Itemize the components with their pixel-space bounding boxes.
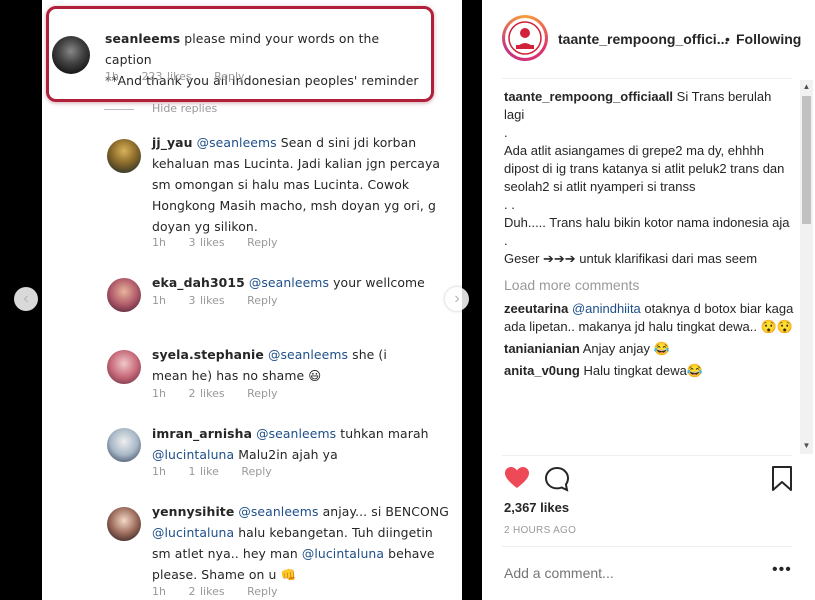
post-comment: anita_v0ung Halu tingkat dewa😂 xyxy=(504,362,794,380)
comment-likes: 3 likes xyxy=(188,294,225,307)
comment-reply: Reply xyxy=(247,294,278,307)
comment-text: tuhkan marah xyxy=(340,426,429,441)
comment-mention-2: @lucintaluna xyxy=(152,525,235,540)
comment-reply: Reply xyxy=(247,387,278,400)
comment-user: imran_arnisha xyxy=(152,426,253,441)
comment-text: anjay... si BENCONG xyxy=(322,504,449,519)
comment-time: 1h xyxy=(152,465,166,478)
caption: taante_rempoong_officiaall Si Trans beru… xyxy=(504,88,794,124)
post-username[interactable]: taante_rempoong_offici... xyxy=(558,31,728,47)
comment-text: Anjay anjay 😂 xyxy=(582,341,670,356)
likes-count[interactable]: 2,367 likes xyxy=(504,500,569,515)
comment-time: 1h xyxy=(152,585,166,598)
scroll-up-arrow-icon[interactable]: ▲ xyxy=(802,82,811,91)
comment-time: 1h xyxy=(152,294,166,307)
comment-text: Halu tingkat dewa😂 xyxy=(583,363,704,378)
separator-dot: • xyxy=(725,31,730,47)
comment-mention: @seanleems xyxy=(267,347,349,362)
avatar xyxy=(107,350,141,384)
add-comment-input[interactable] xyxy=(504,565,734,581)
post-comment: zeeutarina @anindhiita otaknya d botox b… xyxy=(504,300,794,336)
comment-reply: Reply xyxy=(247,236,278,249)
profile-avatar[interactable] xyxy=(502,15,548,61)
chevron-left-icon: ‹ xyxy=(23,290,29,307)
comment-icon[interactable] xyxy=(544,466,570,492)
more-options-icon[interactable]: ••• xyxy=(772,561,792,579)
comment-user: yennysihite xyxy=(152,504,235,519)
comment-user[interactable]: tanianianian xyxy=(504,341,580,356)
avatar xyxy=(107,278,141,312)
comment-text: Sean d sini jdi korban kehaluan mas Luci… xyxy=(152,135,441,234)
chevron-right-icon: › xyxy=(454,290,460,307)
caption-line-1: . xyxy=(504,125,508,140)
caption-line-4: Duh..... Trans halu bikin kotor nama ind… xyxy=(504,215,790,230)
avatar xyxy=(107,139,141,173)
comment-text-2: Malu2in ajah ya xyxy=(238,447,338,462)
post-panel: taante_rempoong_offici... • Following ta… xyxy=(482,0,815,600)
load-more-comments[interactable]: Load more comments xyxy=(504,276,794,294)
comment-mention[interactable]: @anindhiita xyxy=(572,301,641,316)
carousel-panel: seanleems please mind your words on the … xyxy=(0,0,482,600)
caption-user[interactable]: taante_rempoong_officiaall xyxy=(504,89,673,104)
caption-line-6: Geser ➔➔➔ untuk klarifikasi dari mas see… xyxy=(504,251,758,266)
comment-likes: 3 likes xyxy=(188,236,225,249)
comment-likes: 2 likes xyxy=(188,387,225,400)
comment-user: jj_yau xyxy=(152,135,193,150)
profile-logo-icon xyxy=(508,21,542,55)
carousel-image: seanleems please mind your words on the … xyxy=(42,0,462,600)
header-divider xyxy=(502,78,792,79)
comment-likes: 1 like xyxy=(188,465,219,478)
comment-time: 1h xyxy=(152,236,166,249)
avatar xyxy=(107,428,141,462)
comment-divider xyxy=(502,546,792,547)
post-time: 2 HOURS AGO xyxy=(504,525,577,536)
comment-reply: Reply xyxy=(241,465,272,478)
bookmark-icon[interactable] xyxy=(771,466,793,492)
following-button[interactable]: Following xyxy=(736,31,801,47)
comment-user[interactable]: zeeutarina xyxy=(504,301,568,316)
actions-divider xyxy=(502,455,792,456)
next-slide-button[interactable]: › xyxy=(445,287,469,311)
comment-mention: @seanleems xyxy=(248,275,330,290)
highlight-box xyxy=(46,6,434,102)
comment-time: 1h xyxy=(152,387,166,400)
avatar xyxy=(107,507,141,541)
post-comment: tanianianian Anjay anjay 😂 xyxy=(504,340,794,358)
comment-mention-2: @lucintaluna xyxy=(152,447,235,462)
caption-line-2: Ada atlit asiangames di grepe2 ma dy, eh… xyxy=(504,143,785,194)
scrollbar-thumb[interactable] xyxy=(802,96,811,224)
hide-replies: Hide replies xyxy=(152,102,218,115)
comment-user: syela.stephanie xyxy=(152,347,264,362)
comment-reply: Reply xyxy=(247,585,278,598)
comments-area: taante_rempoong_officiaall Si Trans beru… xyxy=(504,88,794,454)
comment-mention: @seanleems xyxy=(256,426,337,441)
comment-mention-3: @lucintaluna xyxy=(301,546,385,561)
comment-user: eka_dah3015 xyxy=(152,275,245,290)
comment-mention: @seanleems xyxy=(196,135,277,150)
comment-mention: @seanleems xyxy=(238,504,319,519)
hide-replies-line xyxy=(104,109,134,110)
scroll-down-arrow-icon[interactable]: ▼ xyxy=(802,441,811,450)
heart-icon[interactable] xyxy=(504,466,530,490)
caption-line-3: . . xyxy=(504,197,515,212)
comment-likes: 2 likes xyxy=(188,585,225,598)
caption-line-5: . xyxy=(504,233,508,248)
comment-text: your wellcome xyxy=(333,275,425,290)
comment-user[interactable]: anita_v0ung xyxy=(504,363,580,378)
prev-slide-button[interactable]: ‹ xyxy=(14,287,38,311)
